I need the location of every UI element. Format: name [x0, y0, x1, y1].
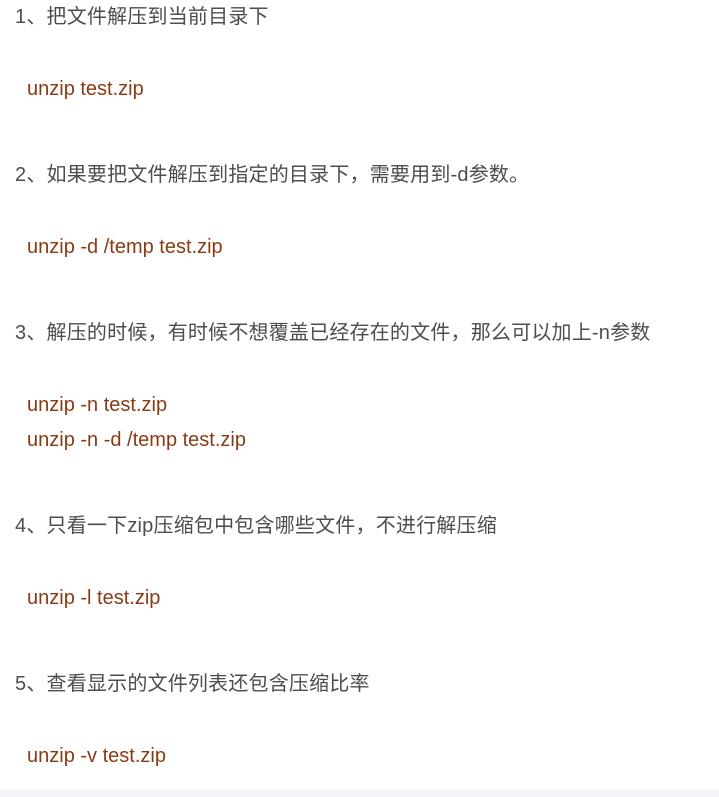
section-1-heading: 1、把文件解压到当前目录下: [15, 6, 269, 28]
section-5-heading: 5、查看显示的文件列表还包含压缩比率: [15, 673, 370, 695]
section-4-code-line-1: unzip -l test.zip: [27, 587, 161, 609]
section-3-heading: 3、解压的时候，有时候不想覆盖已经存在的文件，那么可以加上-n参数: [15, 322, 651, 344]
bottom-divider-strip: [0, 789, 719, 797]
section-1-code-line-1: unzip test.zip: [27, 78, 144, 100]
section-5-code-line-1: unzip -v test.zip: [27, 745, 166, 767]
section-3-code-line-2: unzip -n -d /temp test.zip: [27, 429, 246, 451]
section-2-code-line-1: unzip -d /temp test.zip: [27, 236, 223, 258]
section-4-heading: 4、只看一下zip压缩包中包含哪些文件，不进行解压缩: [15, 515, 497, 537]
section-2-heading: 2、如果要把文件解压到指定的目录下，需要用到-d参数。: [15, 164, 530, 186]
document-body: 1、把文件解压到当前目录下 unzip test.zip 2、如果要把文件解压到…: [0, 0, 719, 789]
section-3-code-line-1: unzip -n test.zip: [27, 394, 168, 416]
